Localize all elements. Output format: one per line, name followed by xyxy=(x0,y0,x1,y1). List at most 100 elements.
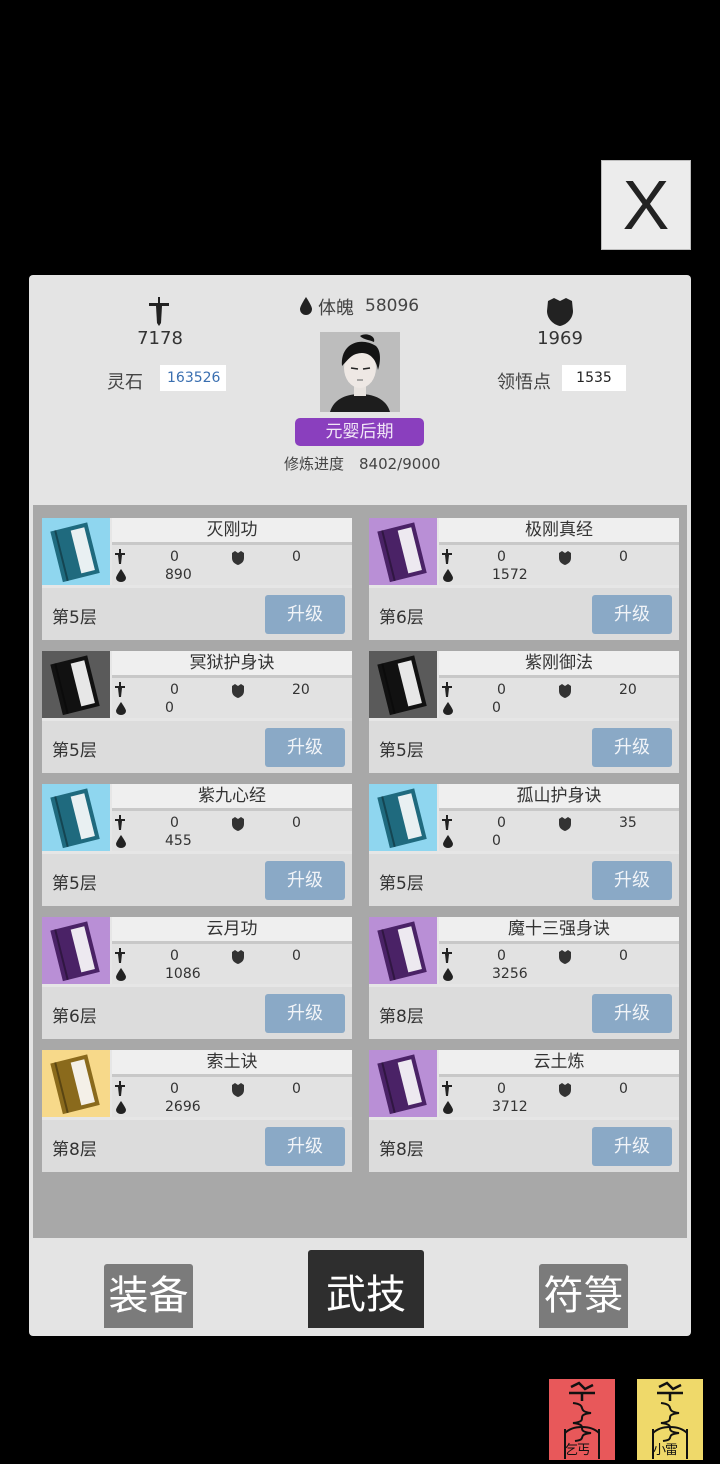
book-icon xyxy=(369,917,437,984)
skill-stats: 0 0 455 xyxy=(112,811,352,851)
shield-icon xyxy=(232,817,244,831)
skill-card: 魔十三强身诀 0 0 3256 第8层 升级 xyxy=(369,917,679,1039)
book-icon xyxy=(42,651,110,718)
skill-level: 第6层 xyxy=(52,1007,97,1027)
progress-label: 修炼进度 xyxy=(284,455,345,473)
red-talisman-charm[interactable]: 乞丐 xyxy=(549,1379,615,1460)
blood-drop-icon xyxy=(443,835,453,848)
skill-footer: 第6层 升级 xyxy=(369,588,679,640)
skill-defense: 20 xyxy=(619,682,637,698)
skill-level: 第8层 xyxy=(379,1140,424,1160)
upgrade-button[interactable]: 升级 xyxy=(265,1127,345,1166)
skill-footer: 第5层 升级 xyxy=(42,854,352,906)
skill-stats: 0 0 890 xyxy=(112,545,352,585)
cultivation-panel: 7178 体魄 58096 1969 灵石 163526 领悟点 1535 元婴… xyxy=(29,275,691,1336)
tab-talisman[interactable]: 符箓 xyxy=(539,1264,628,1328)
upgrade-button[interactable]: 升级 xyxy=(592,994,672,1033)
progress-value: 8402/9000 xyxy=(359,455,441,473)
skill-hp: 1572 xyxy=(492,567,528,583)
skill-footer: 第8层 升级 xyxy=(369,1120,679,1172)
skill-defense: 20 xyxy=(292,682,310,698)
blood-drop-icon xyxy=(443,702,453,715)
close-button[interactable]: X xyxy=(601,160,691,250)
sword-icon xyxy=(149,297,169,326)
shield-icon xyxy=(559,1083,571,1097)
skill-card: 云土炼 0 0 3712 第8层 升级 xyxy=(369,1050,679,1172)
book-icon xyxy=(369,651,437,718)
skill-defense: 0 xyxy=(292,549,301,565)
skills-grid: 灭刚功 0 0 890 第5层 升级 极刚真经 0 0 1572 第6层 升级 冥狱护身诀 0 20 0 第5层… xyxy=(33,505,687,1238)
physique-label: 体魄 xyxy=(318,298,354,319)
book-icon xyxy=(369,784,437,851)
skill-attack: 0 xyxy=(170,1081,179,1097)
book-icon xyxy=(42,518,110,585)
skill-defense: 0 xyxy=(292,948,301,964)
physique-value: 58096 xyxy=(365,296,420,316)
skill-card: 灭刚功 0 0 890 第5层 升级 xyxy=(42,518,352,640)
shield-icon xyxy=(232,551,244,565)
defense-value: 1969 xyxy=(537,328,583,349)
skill-card: 紫刚御法 0 20 0 第5层 升级 xyxy=(369,651,679,773)
blood-drop-icon xyxy=(116,569,126,582)
skill-hp: 0 xyxy=(492,700,501,716)
shield-icon xyxy=(232,684,244,698)
skill-attack: 0 xyxy=(497,549,506,565)
shield-icon xyxy=(547,298,573,326)
upgrade-button[interactable]: 升级 xyxy=(592,728,672,767)
charm-label: 小雷 xyxy=(653,1443,678,1458)
skill-card: 云月功 0 0 1086 第6层 升级 xyxy=(42,917,352,1039)
skill-card: 冥狱护身诀 0 20 0 第5层 升级 xyxy=(42,651,352,773)
book-icon xyxy=(42,784,110,851)
sword-icon xyxy=(115,948,125,963)
skill-defense: 0 xyxy=(619,549,628,565)
insight-value: 1535 xyxy=(562,365,626,391)
sword-icon xyxy=(442,1081,452,1096)
skill-name: 冥狱护身诀 xyxy=(112,651,352,678)
skill-footer: 第5层 升级 xyxy=(369,721,679,773)
realm-badge: 元婴后期 xyxy=(295,418,424,446)
skill-card: 孤山护身诀 0 35 0 第5层 升级 xyxy=(369,784,679,906)
skill-stats: 0 0 3712 xyxy=(439,1077,679,1117)
sword-icon xyxy=(115,682,125,697)
skill-stats: 0 0 2696 xyxy=(112,1077,352,1117)
upgrade-button[interactable]: 升级 xyxy=(265,595,345,634)
upgrade-button[interactable]: 升级 xyxy=(265,861,345,900)
skill-footer: 第6层 升级 xyxy=(42,987,352,1039)
blood-drop-icon xyxy=(443,569,453,582)
skill-hp: 0 xyxy=(492,833,501,849)
shield-icon xyxy=(559,950,571,964)
upgrade-button[interactable]: 升级 xyxy=(265,728,345,767)
skill-attack: 0 xyxy=(170,549,179,565)
skill-name: 紫刚御法 xyxy=(439,651,679,678)
skill-stats: 0 20 0 xyxy=(439,678,679,718)
skill-attack: 0 xyxy=(497,1081,506,1097)
upgrade-button[interactable]: 升级 xyxy=(592,1127,672,1166)
skill-footer: 第8层 升级 xyxy=(369,987,679,1039)
tab-skills[interactable]: 武技 xyxy=(308,1250,424,1328)
sword-icon xyxy=(442,549,452,564)
skill-attack: 0 xyxy=(497,682,506,698)
blood-drop-icon xyxy=(116,1101,126,1114)
blood-drop-icon xyxy=(443,1101,453,1114)
charm-label: 乞丐 xyxy=(565,1443,590,1458)
shield-icon xyxy=(559,684,571,698)
skill-name: 云土炼 xyxy=(439,1050,679,1077)
blood-drop-icon xyxy=(116,702,126,715)
upgrade-button[interactable]: 升级 xyxy=(592,861,672,900)
skill-hp: 2696 xyxy=(165,1099,201,1115)
spirit-stone-label: 灵石 xyxy=(107,372,143,393)
skill-hp: 455 xyxy=(165,833,192,849)
skill-level: 第8层 xyxy=(379,1007,424,1027)
skill-defense: 0 xyxy=(292,815,301,831)
upgrade-button[interactable]: 升级 xyxy=(265,994,345,1033)
sword-icon xyxy=(442,815,452,830)
upgrade-button[interactable]: 升级 xyxy=(592,595,672,634)
skill-name: 孤山护身诀 xyxy=(439,784,679,811)
attack-value: 7178 xyxy=(137,328,183,349)
skill-attack: 0 xyxy=(170,682,179,698)
spirit-stone-value: 163526 xyxy=(160,365,226,391)
tab-equipment[interactable]: 装备 xyxy=(104,1264,193,1328)
skill-footer: 第5层 升级 xyxy=(369,854,679,906)
yellow-talisman-charm[interactable]: 小雷 xyxy=(637,1379,703,1460)
skill-stats: 0 0 3256 xyxy=(439,944,679,984)
